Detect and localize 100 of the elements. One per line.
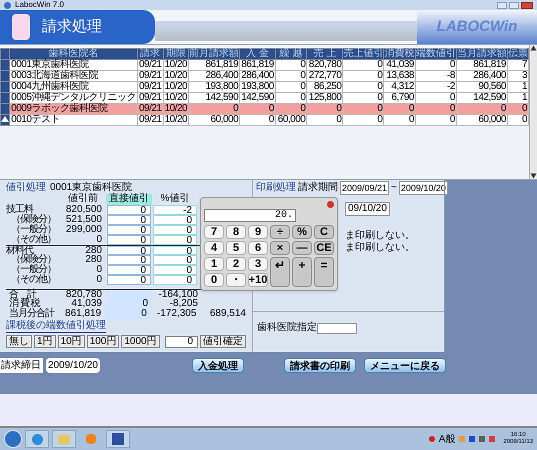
- option-text: ま印刷しない。: [345, 230, 415, 242]
- calculator-key[interactable]: 7: [204, 225, 224, 239]
- calculator-key[interactable]: 3: [248, 257, 268, 271]
- date-field[interactable]: 2009/10/20: [46, 358, 100, 373]
- input-field[interactable]: 0: [107, 255, 151, 265]
- input-field[interactable]: 0: [153, 235, 197, 245]
- rounding-button[interactable]: 1円: [34, 335, 56, 348]
- calculator-key[interactable]: —: [292, 241, 312, 255]
- rounding-button[interactable]: 1000円: [121, 335, 160, 348]
- amount-text: 0: [95, 265, 102, 275]
- input-field[interactable]: 0: [153, 215, 197, 225]
- column-header: 入 金: [240, 48, 276, 60]
- input-field[interactable]: 0: [153, 255, 197, 265]
- input-field[interactable]: 0: [107, 205, 151, 215]
- row-label: 合 計: [8, 290, 36, 299]
- table-cell: 0: [306, 114, 343, 126]
- date-field[interactable]: 2009/09/21: [340, 181, 390, 195]
- action-button[interactable]: 入金処理: [192, 358, 244, 373]
- close-button[interactable]: [521, 2, 533, 8]
- amount-text: 0: [95, 235, 102, 245]
- table-cell: 0: [415, 114, 456, 126]
- browser-taskbar-icon[interactable]: [25, 430, 49, 448]
- action-button[interactable]: 請求書の印刷: [284, 358, 356, 373]
- rounding-button[interactable]: 無し: [6, 335, 32, 348]
- input-field[interactable]: 0: [107, 215, 151, 225]
- action-button[interactable]: メニューに戻る: [364, 358, 446, 373]
- calculator-key[interactable]: ×: [270, 241, 290, 255]
- input-field[interactable]: 0: [153, 246, 197, 255]
- minimize-button[interactable]: [497, 2, 507, 8]
- section-label: 課税後の端数値引処理: [6, 321, 106, 333]
- amount-text: -164,100: [158, 290, 198, 299]
- calculator-key[interactable]: 6: [248, 241, 268, 255]
- table-row[interactable]: 0009ラボック歯科医院 09/21 10/20 0 0 0 0 0 0 0 0 0: [0, 104, 528, 114]
- panel-title: 値引処理: [6, 183, 46, 193]
- date-field[interactable]: 09/10/20: [345, 202, 390, 216]
- calculator-key[interactable]: +10: [248, 273, 268, 287]
- column-header: 前月請求額: [188, 48, 240, 60]
- input-field[interactable]: 0: [107, 265, 151, 275]
- input-field[interactable]: 0: [107, 225, 151, 235]
- column-header: 値引前: [67, 194, 99, 205]
- input-field[interactable]: 0: [153, 225, 197, 235]
- close-icon[interactable]: [327, 201, 334, 208]
- calculator-key[interactable]: 5: [226, 241, 246, 255]
- input-field[interactable]: 0: [107, 246, 151, 255]
- input-field[interactable]: 0: [153, 275, 197, 285]
- calculator-key[interactable]: 8: [226, 225, 246, 239]
- calculator-key[interactable]: CE: [314, 241, 334, 255]
- calculator-key[interactable]: =: [314, 257, 334, 287]
- clinic-name: 0001東京歯科医院: [50, 183, 132, 193]
- calculator-key[interactable]: 2: [226, 257, 246, 271]
- table-row[interactable]: 0004九州歯科医院 09/21 10/20 193,800 193,800 0 86,250 0 4,312 -2 90,560 1: [0, 82, 528, 92]
- row-label: 材料代: [6, 246, 34, 255]
- table-row[interactable]: 0005沖縄デンタルクリニック 09/21 10/20 142,590 142,590 0 125,800 0 6,790 0 142,590 1: [0, 92, 528, 104]
- start-button[interactable]: [4, 430, 22, 448]
- input-field[interactable]: 0: [153, 265, 197, 275]
- table-row[interactable]: 0001東京歯科医院 09/21 10/20 861,819 861,819 0 820,780 0 41,039 0 861,819 7: [0, 60, 528, 70]
- calculator-key[interactable]: 9: [248, 225, 268, 239]
- column-header: 伝票: [507, 48, 528, 60]
- amount-cell: 0: [105, 309, 151, 319]
- calculator-key[interactable]: ÷: [270, 225, 290, 239]
- calculator-key[interactable]: ・: [226, 273, 246, 287]
- table-cell: 09/21: [137, 114, 164, 126]
- amount-text: -172,305: [156, 309, 196, 319]
- ime-indicator[interactable]: A般: [438, 432, 456, 446]
- calculator-key[interactable]: 0: [204, 273, 224, 287]
- table-cell: 0: [342, 114, 384, 126]
- amount-text: 689,514: [208, 309, 246, 319]
- calculator-key[interactable]: ↵: [270, 257, 290, 287]
- window-title: LabocWin 7.0: [15, 0, 64, 10]
- table-row[interactable]: 0010テスト 09/21 10/20 60,000 0 60,000 0 0 0 0 60,000 0: [0, 114, 528, 126]
- table-row[interactable]: 0003北海道歯科医院 09/21 10/20 286,400 286,400 0 272,770 0 13,638 -8 286,400 3: [0, 70, 528, 82]
- table-cell: 0010テスト: [10, 114, 138, 126]
- input-field[interactable]: [317, 322, 357, 334]
- calculator-key[interactable]: +: [292, 257, 312, 287]
- rounding-button[interactable]: 10円: [58, 335, 85, 348]
- input-field[interactable]: -2: [153, 205, 197, 215]
- amount-text: 280: [84, 246, 102, 255]
- amount-cell: 0: [106, 299, 152, 309]
- tray-icon[interactable]: [428, 436, 435, 442]
- app-taskbar-icon[interactable]: [106, 430, 130, 448]
- date-field[interactable]: 2009/10/20: [398, 181, 448, 195]
- calculator-key[interactable]: C: [314, 225, 334, 239]
- amount-text: 820,780: [64, 290, 102, 299]
- maximize-button[interactable]: [509, 2, 519, 8]
- row-label: （保険分）: [11, 255, 57, 265]
- input-field[interactable]: 0: [107, 275, 151, 285]
- calculator-display: 20.: [204, 209, 296, 222]
- row-label: （一般分）: [10, 265, 57, 275]
- closing-label: 請求締日: [0, 358, 43, 373]
- calculator-key[interactable]: 1: [204, 257, 224, 271]
- input-field[interactable]: 0: [107, 235, 151, 245]
- rounding-button[interactable]: 100円: [86, 335, 120, 348]
- scrollbar[interactable]: [529, 45, 537, 179]
- confirm-button[interactable]: 値引確定: [200, 335, 246, 348]
- calculator-key[interactable]: 4: [204, 241, 224, 255]
- column-header: 期限: [163, 48, 189, 60]
- amount-text: 41,039: [71, 299, 102, 309]
- document-icon: [12, 14, 30, 40]
- calculator-key[interactable]: %: [292, 225, 312, 239]
- input-field[interactable]: 0: [164, 336, 198, 348]
